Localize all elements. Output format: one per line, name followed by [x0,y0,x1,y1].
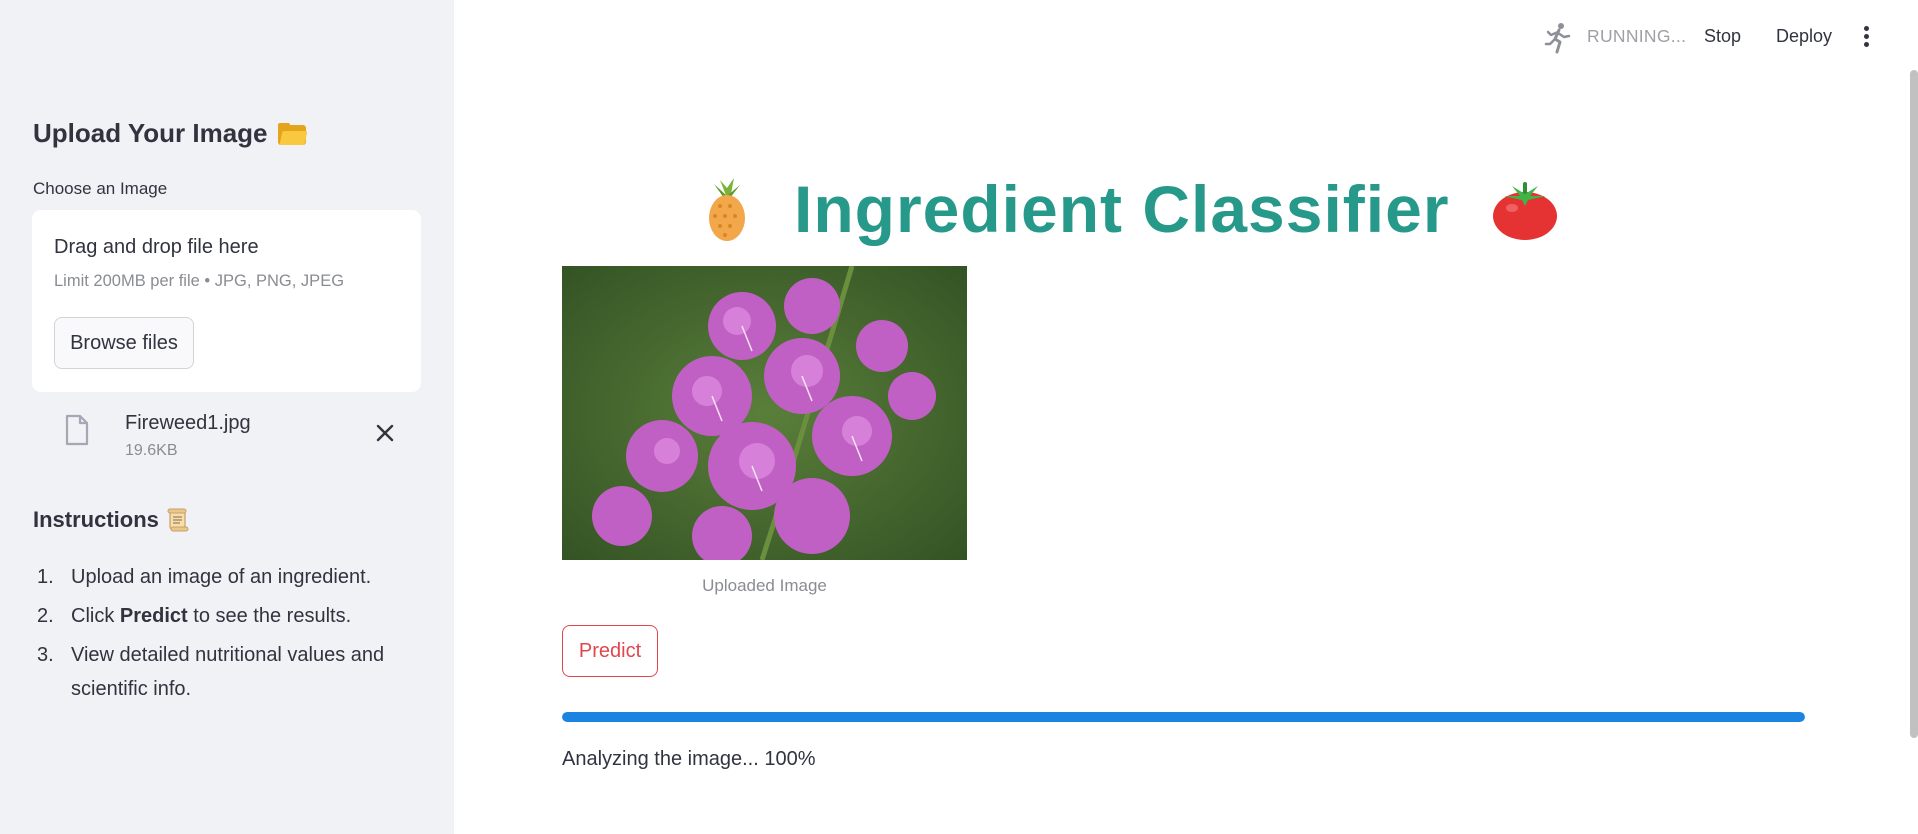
predict-button[interactable]: Predict [562,625,658,677]
instructions-title-text: Instructions [33,507,159,532]
browse-files-button[interactable]: Browse files [54,317,194,369]
main-scrollbar[interactable] [1910,70,1918,738]
instruction-item: 3. View detailed nutritional values and … [37,644,385,700]
page-title: Ingredient Classifier [700,166,1650,252]
remove-file-icon[interactable] [374,422,396,444]
uploaded-file-name: Fireweed1.jpg [125,412,251,434]
tomato-icon [1492,182,1557,240]
dropzone-limits: Limit 200MB per file • JPG, PNG, JPEG [54,272,345,290]
dropzone-title: Drag and drop file here [54,236,259,258]
file-dropzone[interactable]: Drag and drop file here Limit 200MB per … [32,210,421,392]
uploaded-image-preview [562,266,967,560]
image-caption: Uploaded Image [702,576,827,595]
running-man-icon [1544,23,1571,54]
deploy-button[interactable]: Deploy [1776,26,1832,47]
uploaded-file-size: 19.6KB [125,442,178,459]
main-menu-icon[interactable] [1864,26,1870,48]
analysis-status: Analyzing the image... 100% [562,748,816,770]
instructions-title: Instructions [33,507,189,533]
upload-section-title: Upload Your Image [33,118,308,149]
scroll-icon [167,508,189,532]
instruction-item: 1. Upload an image of an ingredient. [37,566,372,588]
instructions-list: 1. Upload an image of an ingredient. 2. … [33,560,423,711]
folder-icon [277,122,308,145]
running-status: RUNNING... [1587,26,1687,46]
uploaded-file-item: Fireweed1.jpg 19.6KB [32,406,421,468]
page-title-text: Ingredient Classifier [794,172,1450,246]
upload-title-text: Upload Your Image [33,118,268,148]
file-icon [65,414,89,446]
sidebar: Upload Your Image Choose an Image Drag a… [0,0,454,834]
progress-bar [562,712,1805,722]
progress-bar-fill [562,712,1805,722]
file-uploader-label: Choose an Image [33,179,168,198]
pineapple-icon [709,178,745,241]
stop-button[interactable]: Stop [1704,26,1741,47]
instruction-item: 2. Click Predict to see the results. [37,605,352,627]
